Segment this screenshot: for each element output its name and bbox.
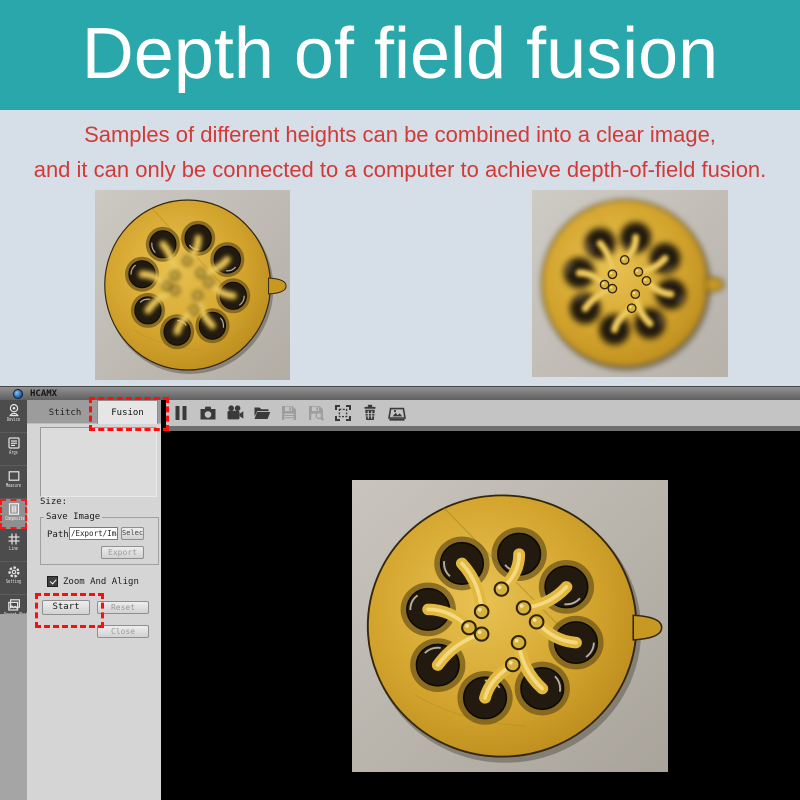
sidebar-item-device[interactable]: Device	[0, 403, 27, 433]
sidebar-item-label: Line	[4, 546, 23, 552]
app-logo-icon	[13, 389, 23, 399]
composite-icon	[7, 502, 21, 516]
sidebar-item-args[interactable]: Args	[0, 436, 27, 466]
sidebar-lower-strip	[0, 614, 27, 800]
pause-icon[interactable]	[172, 404, 190, 422]
sidebar: DeviceArgsMeasureCompositeLineSettingRec…	[0, 400, 27, 614]
args-list-icon	[7, 436, 21, 450]
fusion-panel: Stitch Fusion Size: Save Image Path: /Ex…	[27, 400, 161, 800]
size-label: Size:	[40, 497, 67, 507]
save-image-group: Save Image Path: /Export/Image Select Ex…	[40, 517, 159, 565]
preview-canvas[interactable]	[161, 400, 800, 800]
export-button[interactable]: Export	[101, 546, 144, 559]
reset-button[interactable]: Reset	[97, 601, 149, 614]
fused-result-image	[352, 480, 668, 772]
toolbar	[166, 400, 800, 426]
save-image-legend: Save Image	[44, 512, 102, 522]
snapshot-camera-icon[interactable]	[199, 404, 217, 422]
open-folder-icon[interactable]	[253, 404, 271, 422]
description-line-1: Samples of different heights can be comb…	[0, 122, 800, 148]
save-icon[interactable]	[280, 404, 298, 422]
fusion-list-area[interactable]	[40, 427, 157, 497]
app-window: HCAMX Device Args Measure Composite Line Sett…	[0, 386, 800, 800]
close-button[interactable]: Close	[97, 625, 149, 638]
sidebar-item-label: Setting	[4, 579, 23, 585]
gallery-image-icon[interactable]	[388, 404, 406, 422]
sidebar-item-composite[interactable]: Composite	[0, 499, 27, 529]
save-as-icon[interactable]	[307, 404, 325, 422]
start-button-highlight-box	[35, 593, 104, 628]
path-input[interactable]: /Export/Image	[69, 527, 118, 540]
fusion-tab-highlight-box	[89, 397, 169, 431]
gear-icon	[7, 565, 21, 579]
record-video-icon[interactable]	[226, 404, 244, 422]
sidebar-item-label: Measure	[4, 483, 23, 489]
tab-stitch[interactable]: Stitch	[37, 402, 93, 424]
zoom-align-row: Zoom And Align	[47, 576, 139, 587]
banner-title: Depth of field fusion	[0, 0, 800, 108]
select-button[interactable]: Select	[121, 527, 144, 540]
banner: Depth of field fusion	[0, 0, 800, 110]
sample-image-focus-surface	[95, 190, 290, 380]
sample-image-focus-tips	[532, 190, 728, 377]
app-title: HCAMX	[30, 387, 57, 401]
delete-trash-icon[interactable]	[361, 404, 379, 422]
sidebar-item-setting[interactable]: Setting	[0, 565, 27, 595]
sidebar-item-label: Device	[4, 417, 23, 423]
sidebar-item-label: Args	[4, 450, 23, 456]
fit-screen-icon[interactable]	[334, 404, 352, 422]
photos-stack-icon	[7, 598, 21, 612]
zoom-align-label: Zoom And Align	[63, 577, 139, 587]
measure-square-icon	[7, 469, 21, 483]
line-grid-icon	[7, 532, 21, 546]
sidebar-item-line[interactable]: Line	[0, 532, 27, 562]
sidebar-item-label: Composite	[5, 516, 22, 522]
sidebar-item-measure[interactable]: Measure	[0, 469, 27, 499]
description-line-2: and it can only be connected to a comput…	[0, 157, 800, 183]
webcam-icon	[7, 403, 21, 417]
toolbar-edge	[166, 426, 800, 431]
zoom-align-checkbox[interactable]	[47, 576, 58, 587]
